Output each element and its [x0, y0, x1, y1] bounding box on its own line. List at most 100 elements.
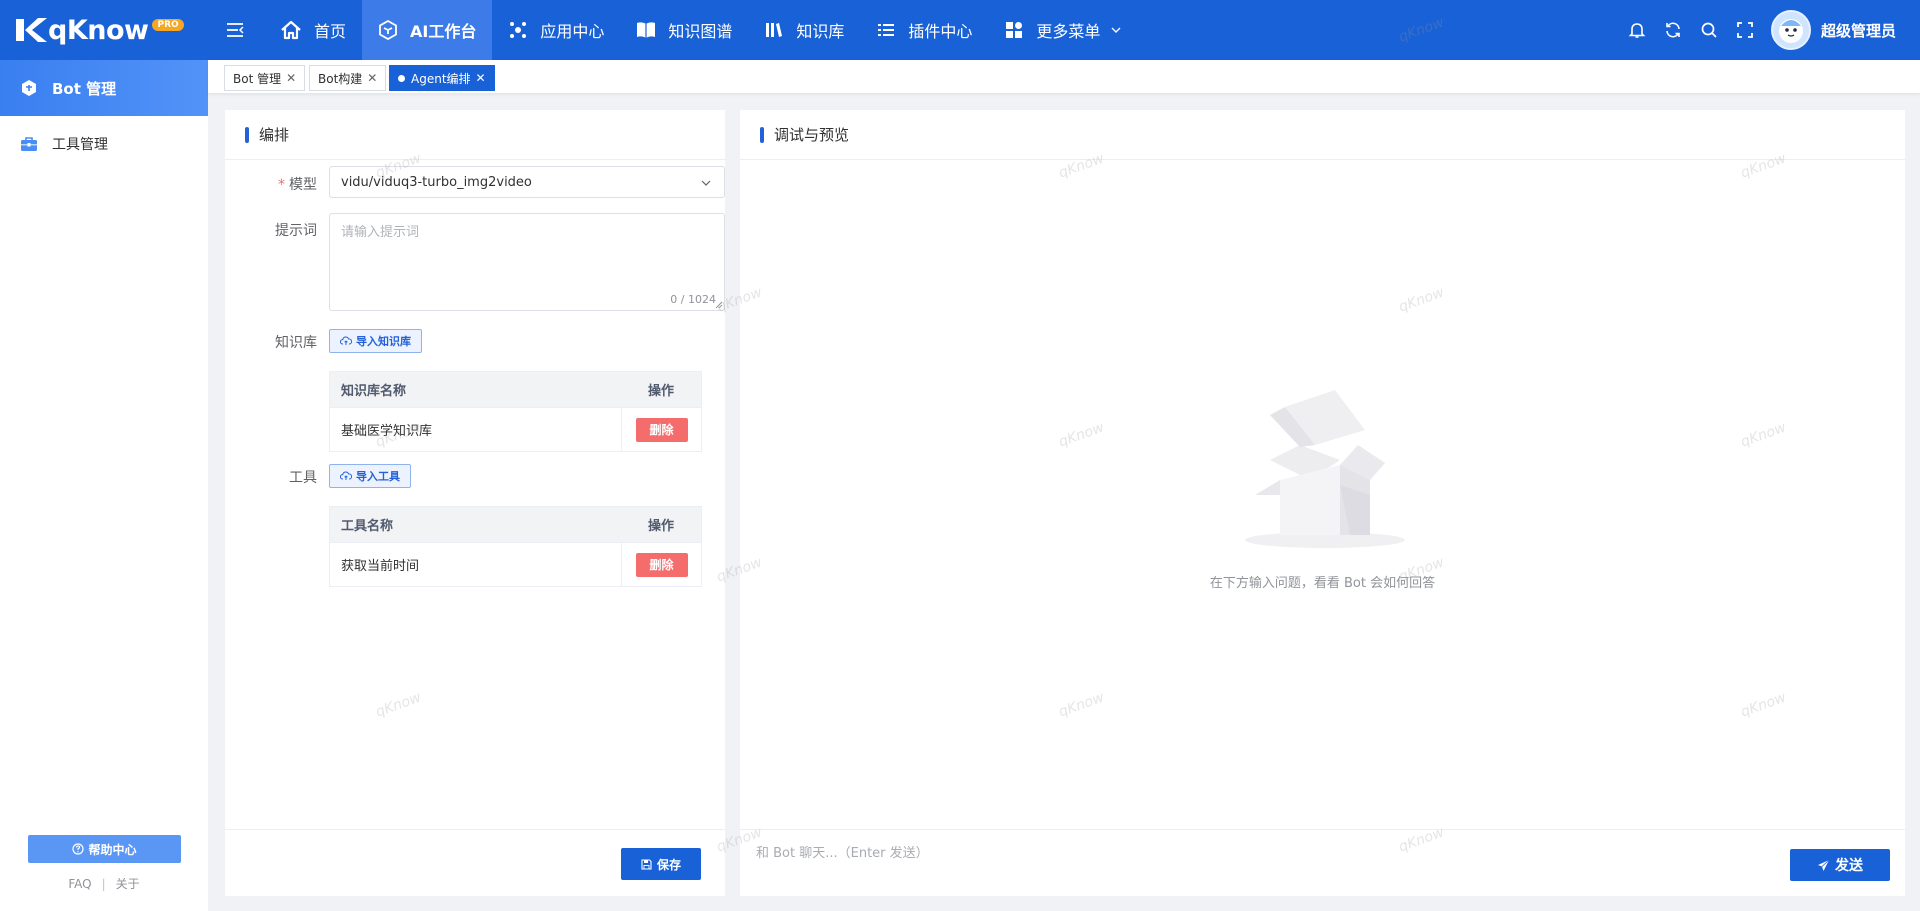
nav-app-center-label: 应用中心	[540, 22, 605, 41]
prompt-label: 提示词	[275, 223, 317, 239]
model-label-text: 模型	[289, 177, 317, 193]
username[interactable]: 超级管理员	[1821, 20, 1896, 41]
model-select[interactable]: vidu/viduq3-turbo_img2video	[329, 166, 725, 198]
close-icon[interactable]: ✕	[286, 71, 296, 85]
close-icon[interactable]: ✕	[476, 71, 486, 85]
bot-icon	[22, 80, 36, 96]
preview-panel-title: 调试与预览	[774, 126, 850, 144]
tool-label: 工具	[289, 470, 317, 486]
model-select-value: vidu/viduq3-turbo_img2video	[341, 174, 532, 190]
column-header-action: 操作	[647, 384, 674, 399]
editor-panel-header: 编排	[225, 110, 725, 160]
question-circle-icon	[72, 843, 85, 855]
top-right-tools: 超级管理员	[1619, 0, 1920, 60]
tab-label: Bot构建	[318, 71, 363, 86]
tab-bar: Bot 管理 ✕ Bot构建 ✕ Agent编排 ✕	[208, 60, 1920, 94]
cloud-upload-icon	[340, 336, 352, 345]
sidebar-item-label: 工具管理	[52, 137, 108, 153]
knowledge-base-label: 知识库	[275, 335, 317, 351]
logo[interactable]: qKnow PRO	[0, 0, 210, 60]
nav-ai-workbench-label: AI工作台	[410, 22, 477, 41]
knowledge-base-table: 知识库名称 操作 基础医学知识库 删除	[329, 371, 702, 452]
chat-input[interactable]: 和 Bot 聊天...（Enter 发送）	[756, 842, 1756, 872]
refresh-icon[interactable]	[1655, 0, 1691, 60]
tab-bot-build[interactable]: Bot构建 ✕	[309, 65, 387, 91]
title-accent-bar	[245, 126, 249, 143]
link-separator: |	[101, 877, 106, 891]
apps-icon	[510, 22, 527, 38]
import-knowledge-base-label: 导入知识库	[356, 335, 411, 348]
faq-link[interactable]: FAQ	[68, 877, 91, 891]
footer-divider	[225, 829, 725, 830]
about-link[interactable]: 关于	[116, 877, 140, 891]
table-row: 获取当前时间 删除	[330, 542, 701, 586]
toolbox-icon	[21, 137, 37, 151]
empty-state-text: 在下方输入问题，看看 Bot 会如何回答	[1209, 576, 1436, 591]
import-tool-button[interactable]: 导入工具	[329, 464, 411, 488]
tab-agent-orchestration[interactable]: Agent编排 ✕	[389, 65, 495, 91]
delete-button[interactable]: 删除	[635, 417, 688, 442]
action-cell: 删除	[621, 543, 701, 586]
grid-icon	[1006, 22, 1023, 38]
close-icon[interactable]: ✕	[367, 71, 377, 85]
help-center-label: 帮助中心	[88, 842, 137, 857]
home-icon	[281, 20, 301, 40]
empty-box-illustration	[1245, 390, 1405, 548]
brand-logo-icon	[16, 18, 47, 42]
cube-icon	[379, 20, 397, 40]
editor-panel: 编排 * 模型 vidu/viduq3-turbo_img2video 提示词 请…	[225, 110, 725, 896]
nav-ai-workbench[interactable]: AI工作台	[362, 0, 493, 60]
fullscreen-icon[interactable]	[1727, 0, 1763, 60]
library-icon	[766, 23, 783, 37]
action-cell: 删除	[621, 408, 701, 451]
book-icon	[637, 22, 656, 38]
send-icon	[1818, 859, 1830, 871]
column-header-action: 操作	[647, 519, 674, 534]
collapse-menu-icon[interactable]	[222, 0, 248, 60]
nav-knowledge-graph[interactable]: 知识图谱	[620, 0, 748, 60]
editor-panel-title: 编排	[259, 126, 290, 144]
prompt-char-count: 0 / 1024	[670, 293, 716, 306]
import-knowledge-base-button[interactable]: 导入知识库	[329, 329, 422, 353]
tab-label: Bot 管理	[233, 71, 282, 86]
sidebar-footer-links: FAQ | 关于	[0, 875, 208, 892]
title-accent-bar	[760, 126, 764, 143]
nav-more-menu[interactable]: 更多菜单	[988, 0, 1138, 60]
nav-app-center[interactable]: 应用中心	[492, 0, 620, 60]
sidebar-item-bot-management[interactable]: Bot 管理	[0, 60, 208, 116]
brand-name: qKnow	[48, 14, 149, 46]
cloud-upload-icon	[340, 471, 352, 480]
resize-handle-icon[interactable]	[715, 301, 723, 309]
footer-divider	[740, 829, 1905, 830]
main-nav: 首页 AI工作台 应用中心 知识图谱 知识库 插件中心 更多菜单	[264, 0, 1138, 60]
search-icon[interactable]	[1691, 0, 1727, 60]
active-dot-icon	[398, 74, 405, 82]
tab-bot-management[interactable]: Bot 管理 ✕	[224, 65, 306, 91]
prompt-textarea[interactable]: 请输入提示词 0 / 1024	[329, 213, 725, 311]
preview-panel: 调试与预览 在下方输入问题，看看 Bot 会如何回答 和 Bot 聊天...（E…	[740, 110, 1905, 896]
import-tool-label: 导入工具	[356, 470, 400, 483]
help-center-button[interactable]: 帮助中心	[28, 835, 181, 863]
sidebar-item-tool-management[interactable]: 工具管理	[0, 116, 208, 172]
delete-button[interactable]: 删除	[635, 552, 688, 577]
avatar[interactable]	[1770, 10, 1811, 50]
chevron-down-icon	[1111, 27, 1121, 33]
column-header-name: 知识库名称	[341, 384, 407, 399]
save-label: 保存	[656, 857, 681, 872]
send-button[interactable]: 发送	[1790, 849, 1890, 881]
nav-home-label: 首页	[314, 22, 347, 41]
top-navbar: qKnow PRO 首页 AI工作台 应用中心 知识图谱 知识库 插件中心 更多…	[0, 0, 1920, 60]
nav-knowledge-base-label: 知识库	[796, 22, 845, 41]
save-button[interactable]: 保存	[621, 848, 701, 880]
user-avatar-icon	[1778, 19, 1803, 43]
bell-icon[interactable]	[1619, 0, 1655, 60]
table-header: 知识库名称 操作	[330, 372, 701, 407]
nav-knowledge-base[interactable]: 知识库	[748, 0, 860, 60]
nav-plugin-center[interactable]: 插件中心	[860, 0, 988, 60]
model-label: * 模型	[227, 174, 317, 194]
nav-home[interactable]: 首页	[264, 0, 362, 60]
pro-badge: PRO	[152, 19, 184, 31]
required-asterisk: *	[278, 177, 285, 193]
knowledge-base-name: 基础医学知识库	[341, 424, 433, 439]
table-row: 基础医学知识库 删除	[330, 407, 701, 451]
